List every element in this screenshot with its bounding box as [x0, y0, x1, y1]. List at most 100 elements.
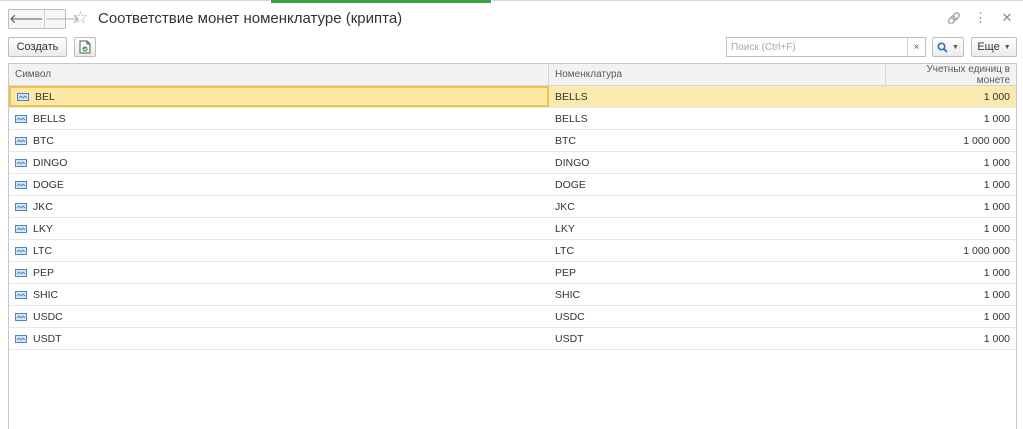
- table-row[interactable]: JKC JKC 1 000: [9, 196, 1016, 218]
- cell-symbol-text: BELLS: [33, 112, 66, 125]
- search-icon: [937, 41, 948, 53]
- cell-units: 1 000: [983, 90, 1010, 103]
- cell-nomenclature: PEP: [555, 266, 577, 279]
- cell-symbol: BTC: [9, 130, 549, 151]
- find-button[interactable]: ▼: [932, 37, 964, 57]
- search-field: ×: [726, 37, 926, 57]
- clear-search-icon[interactable]: ×: [907, 38, 925, 56]
- back-arrow-icon: 🡐: [9, 11, 44, 26]
- chevron-down-icon: ▼: [952, 43, 959, 51]
- generate-document-button[interactable]: [74, 37, 96, 57]
- cell-symbol: USDT: [9, 328, 549, 349]
- cell-symbol-text: USDT: [33, 332, 62, 345]
- table-row[interactable]: BEL BELLS 1 000: [9, 86, 1016, 108]
- cell-units: 1 000: [983, 156, 1010, 169]
- document-icon: [79, 40, 91, 54]
- cell-nomenclature: USDT: [555, 332, 584, 345]
- cell-units: 1 000 000: [963, 134, 1010, 147]
- cell-nomenclature: SHIC: [555, 288, 581, 301]
- catalog-item-icon: [15, 114, 27, 123]
- table-row[interactable]: BTC BTC 1 000 000: [9, 130, 1016, 152]
- close-icon[interactable]: ✕: [1001, 10, 1013, 26]
- cell-symbol: DINGO: [9, 152, 549, 173]
- cell-units: 1 000: [983, 222, 1010, 235]
- table-row[interactable]: DOGE DOGE 1 000: [9, 174, 1016, 196]
- cell-symbol-text: USDC: [33, 310, 63, 323]
- back-button[interactable]: 🡐: [9, 10, 44, 28]
- cell-symbol: USDC: [9, 306, 549, 327]
- cell-nomenclature: USDC: [555, 310, 585, 323]
- table-row[interactable]: BELLS BELLS 1 000: [9, 108, 1016, 130]
- cell-symbol: JKC: [9, 196, 549, 217]
- cell-nomenclature: DOGE: [555, 178, 586, 191]
- cell-symbol-text: DOGE: [33, 178, 64, 191]
- cell-nomenclature: BELLS: [555, 112, 588, 125]
- cell-symbol: LKY: [9, 218, 549, 239]
- search-input[interactable]: [727, 38, 907, 56]
- cell-units: 1 000: [983, 288, 1010, 301]
- cell-symbol: SHIC: [9, 284, 549, 305]
- cell-units: 1 000: [983, 200, 1010, 213]
- cell-units: 1 000: [983, 332, 1010, 345]
- cell-nomenclature: LKY: [555, 222, 575, 235]
- cell-symbol-text: BEL: [35, 90, 55, 103]
- catalog-item-icon: [15, 224, 27, 233]
- more-vertical-icon[interactable]: ⋮: [974, 10, 987, 26]
- catalog-item-icon: [15, 136, 27, 145]
- cell-symbol: PEP: [9, 262, 549, 283]
- window-controls: 🔗 ⋮ ✕: [947, 10, 1013, 26]
- column-header-symbol[interactable]: Символ: [9, 64, 549, 85]
- chevron-down-icon: ▼: [1003, 43, 1011, 51]
- cell-symbol-text: PEP: [33, 266, 55, 279]
- table-row[interactable]: USDC USDC 1 000: [9, 306, 1016, 328]
- cell-symbol: LTC: [9, 240, 549, 261]
- cell-symbol: BEL: [9, 86, 549, 107]
- cell-symbol-text: BTC: [33, 134, 54, 147]
- tab-strip: [0, 0, 1023, 3]
- cell-nomenclature: LTC: [555, 244, 575, 257]
- coins-table: Символ Номенклатура Учетных единиц в мон…: [8, 63, 1017, 429]
- cell-nomenclature: BTC: [555, 134, 576, 147]
- table-row[interactable]: DINGO DINGO 1 000: [9, 152, 1016, 174]
- table-row[interactable]: LTC LTC 1 000 000: [9, 240, 1016, 262]
- table-body: BEL BELLS 1 000 BELLS BELLS 1 000 BTC BTC 1 000 …: [9, 86, 1016, 350]
- catalog-item-icon: [15, 290, 27, 299]
- catalog-item-icon: [15, 268, 27, 277]
- cell-nomenclature: BELLS: [555, 90, 588, 103]
- cell-symbol-text: JKC: [33, 200, 53, 213]
- more-button[interactable]: Еще ▼: [971, 37, 1017, 57]
- cell-symbol-text: DINGO: [33, 156, 68, 169]
- column-header-nomenclature[interactable]: Номенклатура: [549, 64, 886, 85]
- catalog-item-icon: [15, 246, 27, 255]
- active-tab-indicator: [271, 0, 491, 3]
- create-button[interactable]: Создать: [8, 37, 67, 57]
- navigation-buttons: 🡐 🡒: [8, 9, 80, 29]
- cell-units: 1 000: [983, 112, 1010, 125]
- cell-units: 1 000 000: [963, 244, 1010, 257]
- table-row[interactable]: PEP PEP 1 000: [9, 262, 1016, 284]
- catalog-item-icon: [15, 180, 27, 189]
- link-icon[interactable]: 🔗: [947, 12, 961, 25]
- column-header-units[interactable]: Учетных единиц в монете: [886, 64, 1016, 86]
- cell-nomenclature: JKC: [555, 200, 575, 213]
- table-header: Символ Номенклатура Учетных единиц в мон…: [9, 64, 1016, 86]
- cell-symbol-text: LKY: [33, 222, 53, 235]
- catalog-item-icon: [15, 334, 27, 343]
- cell-units: 1 000: [983, 310, 1010, 323]
- cell-symbol: BELLS: [9, 108, 549, 129]
- cell-units: 1 000: [983, 266, 1010, 279]
- cell-symbol-text: LTC: [33, 244, 53, 257]
- catalog-item-icon: [15, 312, 27, 321]
- table-row[interactable]: SHIC SHIC 1 000: [9, 284, 1016, 306]
- tab-strip-line-right: [492, 0, 1023, 1]
- favorite-star-icon[interactable]: ☆: [73, 8, 88, 28]
- table-row[interactable]: LKY LKY 1 000: [9, 218, 1016, 240]
- table-row[interactable]: USDT USDT 1 000: [9, 328, 1016, 350]
- cell-symbol: DOGE: [9, 174, 549, 195]
- cell-symbol-text: SHIC: [33, 288, 59, 301]
- cell-nomenclature: DINGO: [555, 156, 590, 169]
- cell-units: 1 000: [983, 178, 1010, 191]
- catalog-item-icon: [17, 92, 29, 101]
- page-title: Соответствие монет номенклатуре (крипта): [98, 10, 403, 27]
- tab-strip-line-left: [0, 0, 270, 1]
